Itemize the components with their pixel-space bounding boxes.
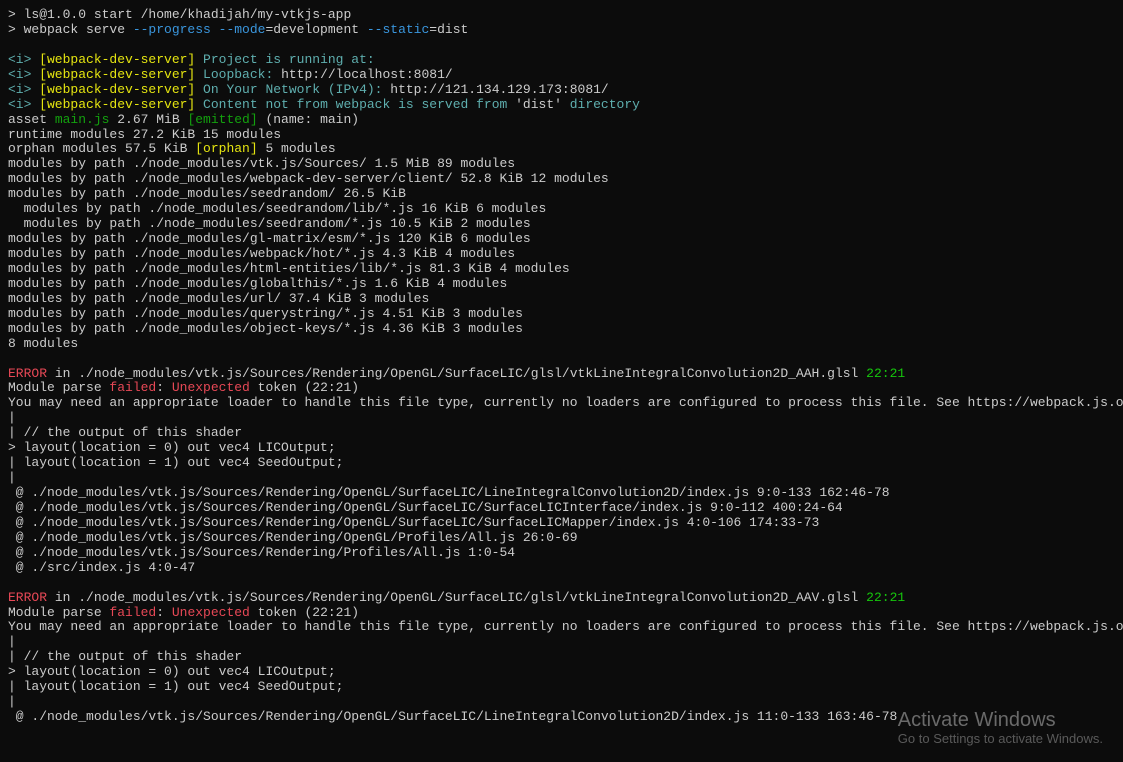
output-line: modules by path ./node_modules/globalthi… (8, 277, 1115, 292)
output-line: | (8, 635, 1115, 650)
output-line: @ ./node_modules/vtk.js/Sources/Renderin… (8, 486, 1115, 501)
output-line: <i> [webpack-dev-server] Loopback: http:… (8, 68, 1115, 83)
output-line: Module parse failed: Unexpected token (2… (8, 381, 1115, 396)
output-line: @ ./node_modules/vtk.js/Sources/Renderin… (8, 546, 1115, 561)
output-line: @ ./node_modules/vtk.js/Sources/Renderin… (8, 501, 1115, 516)
error-line: ERROR in ./node_modules/vtk.js/Sources/R… (8, 367, 1115, 382)
output-line: | (8, 471, 1115, 486)
error-line: ERROR in ./node_modules/vtk.js/Sources/R… (8, 591, 1115, 606)
output-line: <i> [webpack-dev-server] Content not fro… (8, 98, 1115, 113)
output-line: modules by path ./node_modules/html-enti… (8, 262, 1115, 277)
watermark-subtitle: Go to Settings to activate Windows. (898, 732, 1103, 747)
output-line: orphan modules 57.5 KiB [orphan] 5 modul… (8, 142, 1115, 157)
output-line: modules by path ./node_modules/vtk.js/So… (8, 157, 1115, 172)
output-line: > layout(location = 0) out vec4 LICOutpu… (8, 665, 1115, 680)
output-line: | (8, 411, 1115, 426)
output-line: modules by path ./node_modules/webpack-d… (8, 172, 1115, 187)
output-line: <i> [webpack-dev-server] Project is runn… (8, 53, 1115, 68)
output-line: modules by path ./node_modules/object-ke… (8, 322, 1115, 337)
output-line: > webpack serve --progress --mode=develo… (8, 23, 1115, 38)
terminal-output[interactable]: > ls@1.0.0 start /home/khadijah/my-vtkjs… (8, 8, 1115, 725)
output-line: modules by path ./node_modules/seedrando… (8, 217, 1115, 232)
output-line: 8 modules (8, 337, 1115, 352)
output-line: asset main.js 2.67 MiB [emitted] (name: … (8, 113, 1115, 128)
watermark-title: Activate Windows (898, 709, 1103, 732)
output-line: Module parse failed: Unexpected token (2… (8, 606, 1115, 621)
output-line: You may need an appropriate loader to ha… (8, 396, 1115, 411)
output-line: modules by path ./node_modules/seedrando… (8, 187, 1115, 202)
output-line (8, 576, 1115, 591)
windows-activation-watermark: Activate Windows Go to Settings to activ… (898, 709, 1103, 747)
output-line: modules by path ./node_modules/seedrando… (8, 202, 1115, 217)
output-line: <i> [webpack-dev-server] On Your Network… (8, 83, 1115, 98)
output-line: modules by path ./node_modules/webpack/h… (8, 247, 1115, 262)
output-line: | layout(location = 1) out vec4 SeedOutp… (8, 456, 1115, 471)
output-line: | // the output of this shader (8, 426, 1115, 441)
output-line: > layout(location = 0) out vec4 LICOutpu… (8, 441, 1115, 456)
output-line: | layout(location = 1) out vec4 SeedOutp… (8, 680, 1115, 695)
output-line: modules by path ./node_modules/querystri… (8, 307, 1115, 322)
output-line: runtime modules 27.2 KiB 15 modules (8, 128, 1115, 143)
output-line: > ls@1.0.0 start /home/khadijah/my-vtkjs… (8, 8, 1115, 23)
output-line: | (8, 695, 1115, 710)
output-line: You may need an appropriate loader to ha… (8, 620, 1115, 635)
output-line: modules by path ./node_modules/url/ 37.4… (8, 292, 1115, 307)
output-line: @ ./src/index.js 4:0-47 (8, 561, 1115, 576)
output-line (8, 38, 1115, 53)
output-line: @ ./node_modules/vtk.js/Sources/Renderin… (8, 531, 1115, 546)
output-line (8, 352, 1115, 367)
output-line: | // the output of this shader (8, 650, 1115, 665)
output-line: @ ./node_modules/vtk.js/Sources/Renderin… (8, 516, 1115, 531)
output-line: modules by path ./node_modules/gl-matrix… (8, 232, 1115, 247)
